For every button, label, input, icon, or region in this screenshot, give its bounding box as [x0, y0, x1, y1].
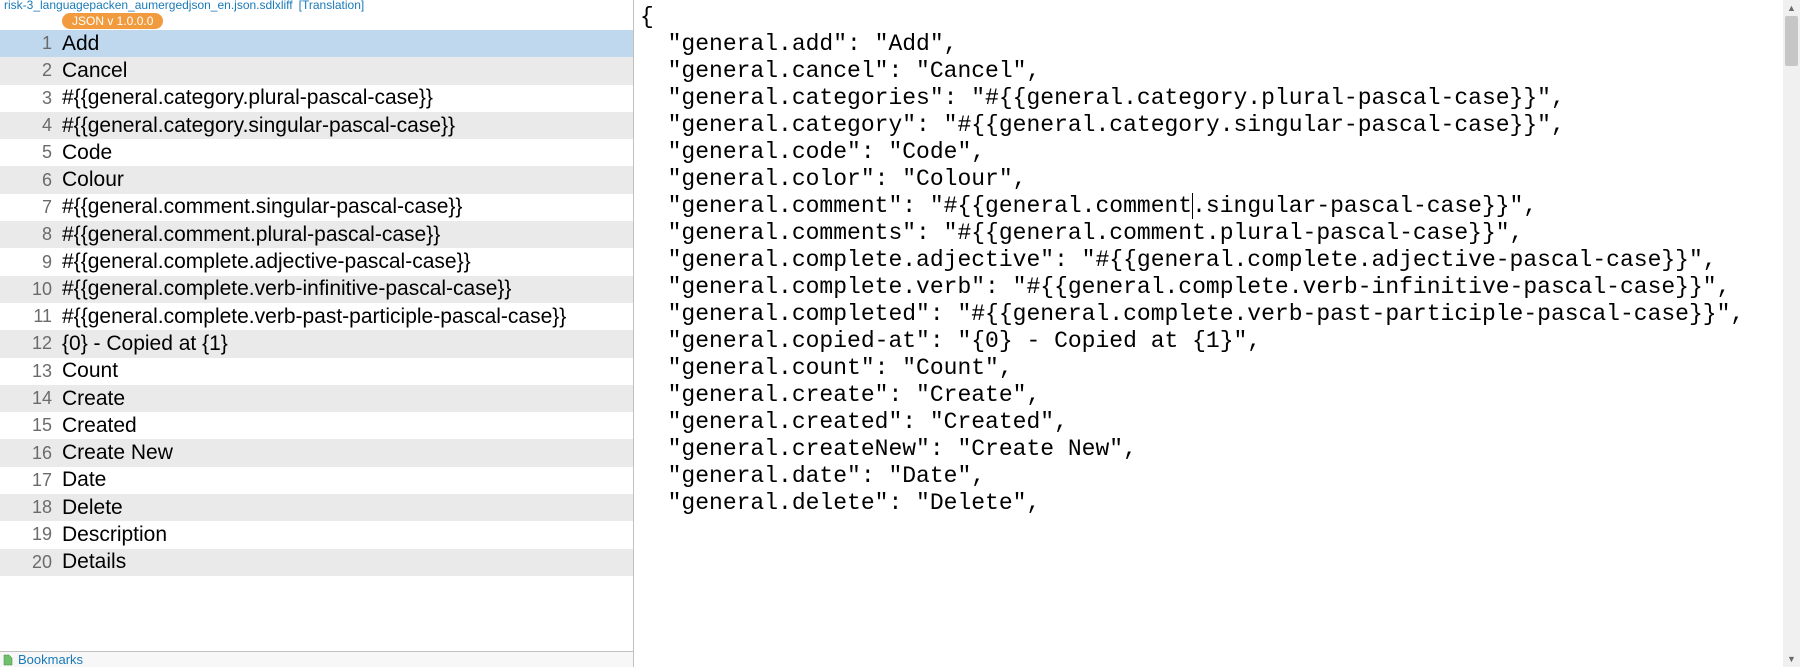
code-line: "general.delete": "Delete",	[640, 490, 1794, 517]
segment-row-text: Created	[58, 414, 633, 438]
segment-row-text: Create	[58, 387, 633, 411]
segment-row[interactable]: 13Count	[0, 358, 633, 385]
segment-row-text: #{{general.complete.verb-past-participle…	[58, 305, 633, 329]
segment-row-number: 8	[0, 224, 58, 245]
segment-row[interactable]: 10#{{general.complete.verb-infinitive-pa…	[0, 276, 633, 303]
segment-row-number: 4	[0, 115, 58, 136]
segment-row[interactable]: 11#{{general.complete.verb-past-particip…	[0, 303, 633, 330]
code-line: "general.cancel": "Cancel",	[640, 58, 1794, 85]
segment-row[interactable]: 7#{{general.comment.singular-pascal-case…	[0, 194, 633, 221]
segment-row-number: 14	[0, 388, 58, 409]
segment-list[interactable]: 1Add2Cancel3#{{general.category.plural-p…	[0, 30, 633, 651]
document-tab-filename: risk-3_languagepacken_aumergedjson_en.js…	[4, 0, 293, 12]
segment-row-text: Add	[58, 32, 633, 56]
code-line: "general.comment": "#{{general.comment.s…	[640, 193, 1794, 220]
code-line: "general.created": "Created",	[640, 409, 1794, 436]
segment-row[interactable]: 14Create	[0, 385, 633, 412]
segment-row[interactable]: 20Details	[0, 549, 633, 576]
segment-row-number: 2	[0, 60, 58, 81]
scrollbar-thumb[interactable]	[1785, 16, 1798, 66]
segment-row[interactable]: 9#{{general.complete.adjective-pascal-ca…	[0, 248, 633, 275]
segment-row-number: 20	[0, 552, 58, 573]
code-line: "general.create": "Create",	[640, 382, 1794, 409]
left-pane: risk-3_languagepacken_aumergedjson_en.js…	[0, 0, 634, 667]
code-line: "general.add": "Add",	[640, 31, 1794, 58]
scroll-down-icon[interactable]: ▼	[1783, 651, 1800, 667]
segment-row-text: Code	[58, 141, 633, 165]
code-line: "general.complete.adjective": "#{{genera…	[640, 247, 1794, 274]
code-line: "general.count": "Count",	[640, 355, 1794, 382]
segment-row[interactable]: 17Date	[0, 467, 633, 494]
code-line: "general.categories": "#{{general.catego…	[640, 85, 1794, 112]
code-line: "general.completed": "#{{general.complet…	[640, 301, 1794, 328]
segment-row[interactable]: 18Delete	[0, 494, 633, 521]
bookmarks-label[interactable]: Bookmarks	[18, 652, 83, 667]
segment-row-text: #{{general.complete.adjective-pascal-cas…	[58, 250, 633, 274]
segment-row-number: 1	[0, 33, 58, 54]
segment-row[interactable]: 15Created	[0, 412, 633, 439]
segment-row[interactable]: 12{0} - Copied at {1}	[0, 330, 633, 357]
segment-row[interactable]: 19Description	[0, 521, 633, 548]
scroll-up-icon[interactable]: ▲	[1783, 0, 1800, 16]
segment-row-number: 6	[0, 170, 58, 191]
code-line: "general.copied-at": "{0} - Copied at {1…	[640, 328, 1794, 355]
segment-row-text: Description	[58, 523, 633, 547]
code-line: "general.createNew": "Create New",	[640, 436, 1794, 463]
segment-row-text: Colour	[58, 168, 633, 192]
segment-row[interactable]: 2Cancel	[0, 57, 633, 84]
segment-row-text: #{{general.category.singular-pascal-case…	[58, 114, 633, 138]
segment-row[interactable]: 16Create New	[0, 439, 633, 466]
segment-row-number: 7	[0, 197, 58, 218]
segment-row-text: #{{general.complete.verb-infinitive-pasc…	[58, 277, 633, 301]
code-line: {	[640, 4, 1794, 31]
segment-row-text: Details	[58, 550, 633, 574]
segment-row[interactable]: 3#{{general.category.plural-pascal-case}…	[0, 85, 633, 112]
segment-row-number: 18	[0, 497, 58, 518]
vertical-scrollbar[interactable]: ▲ ▼	[1783, 0, 1800, 667]
json-code-view[interactable]: { "general.add": "Add", "general.cancel"…	[634, 0, 1800, 667]
document-tab-state: [Translation]	[299, 0, 365, 12]
segment-row-number: 15	[0, 415, 58, 436]
segment-row-text: #{{general.comment.singular-pascal-case}…	[58, 195, 633, 219]
code-line: "general.comments": "#{{general.comment.…	[640, 220, 1794, 247]
segment-row-number: 5	[0, 142, 58, 163]
segment-row-number: 11	[0, 306, 58, 327]
segment-row-text: Date	[58, 468, 633, 492]
segment-row[interactable]: 1Add	[0, 30, 633, 57]
document-tab[interactable]: risk-3_languagepacken_aumergedjson_en.js…	[0, 0, 633, 12]
segment-row-text: {0} - Copied at {1}	[58, 332, 633, 356]
json-version-badge: JSON v 1.0.0.0	[62, 13, 163, 29]
segment-row-text: #{{general.comment.plural-pascal-case}}	[58, 223, 633, 247]
segment-row-number: 19	[0, 524, 58, 545]
segment-row-number: 9	[0, 252, 58, 273]
segment-row-number: 10	[0, 279, 58, 300]
segment-row-text: Cancel	[58, 59, 633, 83]
segment-row-number: 3	[0, 88, 58, 109]
segment-row-text: Count	[58, 359, 633, 383]
code-line: "general.category": "#{{general.category…	[640, 112, 1794, 139]
bookmark-icon	[2, 654, 14, 666]
segment-row-number: 16	[0, 443, 58, 464]
app-root: risk-3_languagepacken_aumergedjson_en.js…	[0, 0, 1800, 667]
bottom-bar: Bookmarks	[0, 651, 633, 667]
segment-row-number: 12	[0, 333, 58, 354]
segment-row-number: 13	[0, 361, 58, 382]
segment-row[interactable]: 6Colour	[0, 166, 633, 193]
text-caret	[1192, 193, 1193, 219]
segment-row-text: Delete	[58, 496, 633, 520]
code-line: "general.color": "Colour",	[640, 166, 1794, 193]
segment-row[interactable]: 5Code	[0, 139, 633, 166]
segment-row-text: #{{general.category.plural-pascal-case}}	[58, 86, 633, 110]
code-line: "general.complete.verb": "#{{general.com…	[640, 274, 1794, 301]
segment-row[interactable]: 8#{{general.comment.plural-pascal-case}}	[0, 221, 633, 248]
badge-row: JSON v 1.0.0.0	[0, 12, 633, 30]
segment-row-number: 17	[0, 470, 58, 491]
code-line: "general.date": "Date",	[640, 463, 1794, 490]
segment-row-text: Create New	[58, 441, 633, 465]
right-pane: { "general.add": "Add", "general.cancel"…	[634, 0, 1800, 667]
code-line: "general.code": "Code",	[640, 139, 1794, 166]
segment-row[interactable]: 4#{{general.category.singular-pascal-cas…	[0, 112, 633, 139]
